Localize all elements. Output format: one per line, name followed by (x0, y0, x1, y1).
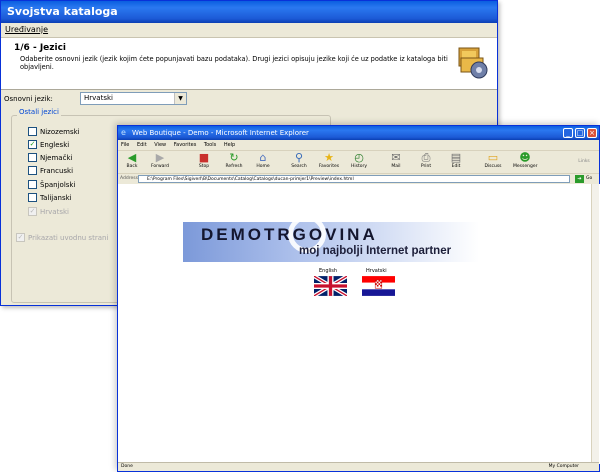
logo-slogan: moj najbolji Internet partner (299, 245, 452, 257)
minimize-icon[interactable]: _ (563, 128, 573, 138)
menu-file[interactable]: File (121, 142, 129, 148)
other-languages-legend: Ostali jezici (17, 108, 61, 116)
checkbox-intro-page: ✓ Prikazati uvodnu strani (16, 232, 109, 242)
checkmark-icon: ✓ (16, 232, 25, 242)
ie-logo-icon: e (121, 128, 126, 137)
base-language-select[interactable]: Hrvatski ▼ (80, 92, 187, 105)
chevron-down-icon[interactable]: ▼ (174, 93, 186, 104)
checkmark-icon[interactable]: ✓ (28, 139, 37, 149)
checkbox-engleski[interactable]: ✓ Engleski (28, 139, 69, 150)
search-icon: ⚲ (294, 151, 304, 164)
vertical-scrollbar[interactable] (591, 184, 599, 464)
base-language-value: Hrvatski (84, 94, 113, 102)
checkbox-box[interactable] (28, 179, 37, 189)
ie-titlebar: e Web Boutique - Demo - Microsoft Intern… (118, 126, 599, 140)
flag-croatian-label[interactable]: Hrvatski (366, 268, 387, 274)
menu-help[interactable]: Help (224, 142, 235, 148)
checkbox-hrvatski: ✓ Hrvatski (28, 206, 69, 216)
home-button[interactable]: ⌂ Home (251, 151, 275, 170)
stop-icon: ■ (198, 151, 210, 164)
mail-button[interactable]: ✉ Mail (384, 151, 408, 170)
checkmark-icon: ✓ (28, 206, 37, 216)
back-arrow-icon: ◀ (127, 151, 137, 164)
go-label[interactable]: Go (586, 174, 592, 184)
checkbox-nizozemski[interactable]: Nizozemski (28, 126, 80, 137)
history-button[interactable]: ◴ History (347, 151, 371, 170)
ie-window-title: Web Boutique - Demo - Microsoft Internet… (132, 129, 309, 137)
croatian-flag-icon[interactable] (362, 276, 395, 296)
discuss-button[interactable]: ▭ Discuss (481, 151, 505, 170)
print-icon: ⎙ (421, 151, 431, 164)
checkbox-box[interactable] (28, 165, 37, 175)
ie-window: e Web Boutique - Demo - Microsoft Intern… (117, 125, 600, 472)
mail-icon: ✉ (391, 151, 401, 164)
wizard-header: 1/6 - Jezici Odaberite osnovni jezik (je… (1, 38, 497, 90)
menu-favorites[interactable]: Favorites (174, 142, 197, 148)
checkbox-box[interactable] (28, 192, 37, 202)
maximize-icon[interactable]: □ (575, 128, 585, 138)
checkbox-box[interactable] (28, 126, 37, 136)
page-content: DEMOTRGOVINA moj najbolji Internet partn… (118, 184, 600, 464)
refresh-icon: ↻ (229, 151, 239, 164)
stop-button[interactable]: ■ Stop (192, 151, 216, 170)
close-icon[interactable]: × (587, 128, 597, 138)
checkbox-spanjolski[interactable]: Španjolski (28, 179, 75, 190)
status-zone: My Computer (548, 464, 579, 469)
address-input[interactable]: E:\Program Files\Sigiverl\B\Documents\Ca… (138, 175, 570, 183)
ie-status-bar: Done My Computer (118, 462, 599, 471)
checkbox-njemacki[interactable]: Njemački (28, 152, 72, 163)
home-icon: ⌂ (259, 151, 267, 164)
checkbox-box[interactable] (28, 152, 37, 162)
menu-edit[interactable]: Uređivanje (5, 25, 48, 34)
search-button[interactable]: ⚲ Search (287, 151, 311, 170)
catalog-window-title: Svojstva kataloga (1, 1, 497, 23)
base-language-label: Osnovni jezik: (4, 95, 53, 103)
messenger-button[interactable]: ☻ Messenger (513, 151, 537, 170)
discuss-icon: ▭ (487, 151, 499, 164)
flag-english-label[interactable]: English (319, 268, 337, 274)
go-arrow-icon[interactable]: ➔ (575, 175, 584, 183)
print-button[interactable]: ⎙ Print (414, 151, 438, 170)
wizard-gear-icon (458, 47, 488, 79)
uk-flag-icon[interactable] (314, 276, 347, 296)
menu-view[interactable]: View (154, 142, 166, 148)
logo-title: DEMOTRGOVINA (201, 225, 378, 244)
forward-button[interactable]: ▶ Forward (148, 151, 172, 170)
messenger-icon: ☻ (519, 151, 531, 164)
edit-button[interactable]: ▤ Edit (444, 151, 468, 170)
step-description: Odaberite osnovni jezik (jezik kojim ćet… (20, 55, 448, 71)
menu-edit[interactable]: Edit (137, 142, 147, 148)
catalog-menubar: Uređivanje (1, 23, 497, 38)
history-icon: ◴ (354, 151, 364, 164)
ie-menubar: File Edit View Favorites Tools Help (118, 140, 599, 151)
menu-tools[interactable]: Tools (204, 142, 216, 148)
checkbox-francuski[interactable]: Francuski (28, 165, 73, 176)
address-value: E:\Program Files\Sigiverl\B\Documents\Ca… (147, 177, 354, 182)
links-label[interactable]: Links (572, 159, 596, 164)
forward-arrow-icon: ▶ (155, 151, 165, 164)
edit-icon: ▤ (450, 151, 462, 164)
checkbox-talijanski[interactable]: Talijanski (28, 192, 72, 203)
status-done: Done (121, 464, 133, 469)
address-label: Address (120, 176, 138, 181)
favorites-button[interactable]: ★ Favorites (317, 151, 341, 170)
back-button[interactable]: ◀ Back (120, 151, 144, 170)
ie-toolbar: ◀ Back ▶ Forward ■ Stop ↻ Refresh ⌂ Home ⚲ Sea… (118, 151, 599, 174)
step-title: 1/6 - Jezici (14, 43, 67, 53)
star-icon: ★ (324, 151, 334, 164)
refresh-button[interactable]: ↻ Refresh (222, 151, 246, 170)
